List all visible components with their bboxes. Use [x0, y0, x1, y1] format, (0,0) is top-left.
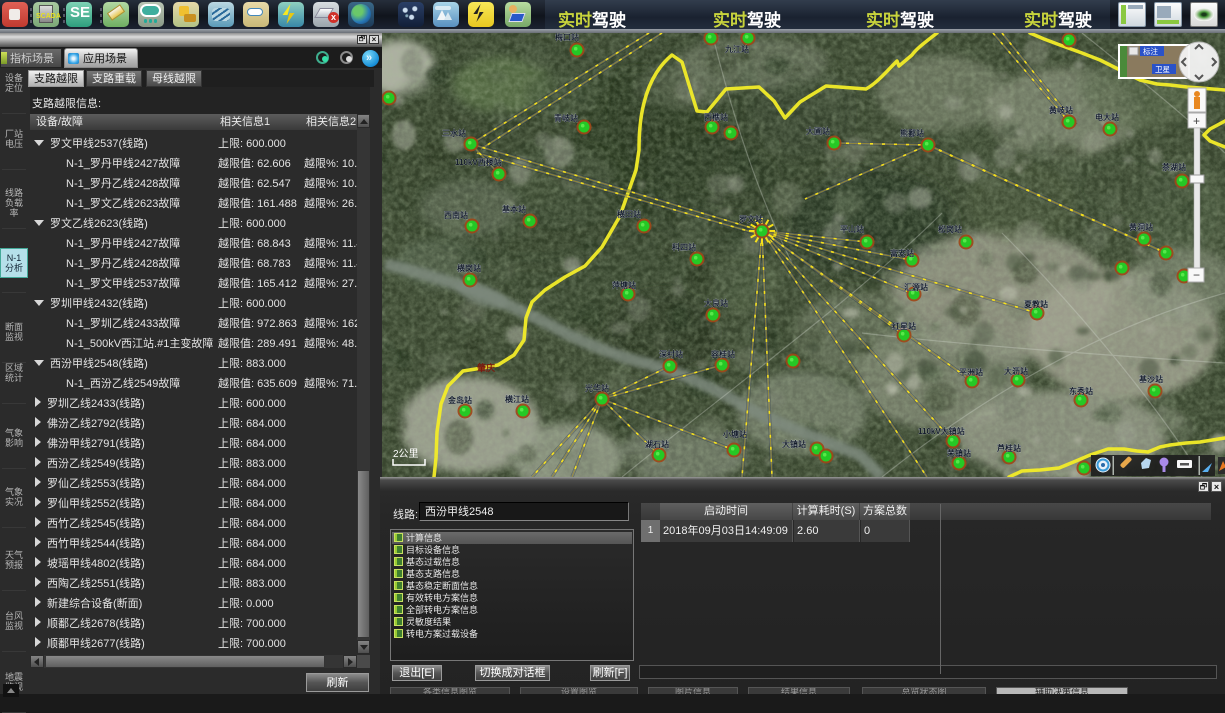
svg-text:卫星: 卫星 [1155, 65, 1171, 74]
svg-text:大沥站: 大沥站 [1004, 366, 1028, 376]
svg-text:科四站: 科四站 [672, 242, 696, 252]
svg-text:光华站: 光华站 [584, 383, 609, 393]
svg-text:平洲站: 平洲站 [959, 367, 983, 377]
svg-text:东秀站: 东秀站 [1069, 386, 1093, 396]
svg-text:黄洞站: 黄洞站 [1129, 222, 1153, 232]
svg-text:平山站: 平山站 [840, 224, 864, 234]
svg-text:黄岐站: 黄岐站 [1049, 105, 1073, 115]
svg-text:基本站: 基本站 [501, 204, 526, 214]
svg-text:−: − [1193, 268, 1200, 282]
svg-text:萍塘站: 萍塘站 [612, 280, 636, 290]
svg-text:西樵站: 西樵站 [704, 112, 728, 122]
svg-text:茶湖站: 茶湖站 [1161, 162, 1186, 172]
svg-text:基沙站: 基沙站 [1138, 374, 1163, 384]
svg-text:九江站: 九江站 [724, 44, 749, 54]
svg-text:大镇站: 大镇站 [782, 439, 806, 449]
svg-text:湖石站: 湖石站 [645, 439, 669, 449]
svg-text:电大站: 电大站 [1095, 112, 1119, 122]
svg-text:横江站: 横江站 [505, 394, 529, 404]
svg-text:富安站: 富安站 [890, 248, 914, 258]
svg-text:容桂站: 容桂站 [710, 349, 735, 359]
svg-text:红星站: 红星站 [892, 321, 916, 331]
svg-text:大良站: 大良站 [704, 298, 728, 308]
svg-text:三水站: 三水站 [442, 128, 466, 138]
svg-text:罗文站: 罗文站 [739, 214, 763, 224]
svg-text:西南站: 西南站 [444, 210, 468, 220]
svg-text:松岗站: 松岗站 [938, 224, 962, 234]
svg-text:110kV西楼站: 110kV西楼站 [455, 157, 502, 167]
svg-text:110kV大镇站: 110kV大镇站 [918, 426, 965, 436]
svg-text:汇源站: 汇源站 [904, 282, 928, 292]
svg-text:大圃站: 大圃站 [806, 126, 830, 136]
svg-text:2公里: 2公里 [393, 448, 419, 460]
svg-text:芦桂站: 芦桂站 [997, 443, 1021, 453]
svg-text:横岗站: 横岗站 [457, 263, 481, 273]
svg-text:标注: 标注 [1143, 46, 1159, 56]
svg-text:荣镇站: 荣镇站 [946, 448, 971, 458]
svg-text:夏教站: 夏教站 [1023, 299, 1048, 309]
svg-text:横田站: 横田站 [617, 209, 641, 219]
svg-text:梅口站: 梅口站 [555, 33, 579, 42]
svg-text:深村站: 深村站 [659, 349, 683, 359]
svg-text:青岐站: 青岐站 [554, 113, 578, 123]
svg-text:熊鄱站: 熊鄱站 [900, 128, 924, 138]
svg-text:+: + [1193, 114, 1200, 128]
svg-text:金岛站: 金岛站 [447, 395, 472, 405]
svg-text:肇庆: 肇庆 [477, 362, 495, 373]
svg-text:小塘站: 小塘站 [722, 429, 747, 439]
